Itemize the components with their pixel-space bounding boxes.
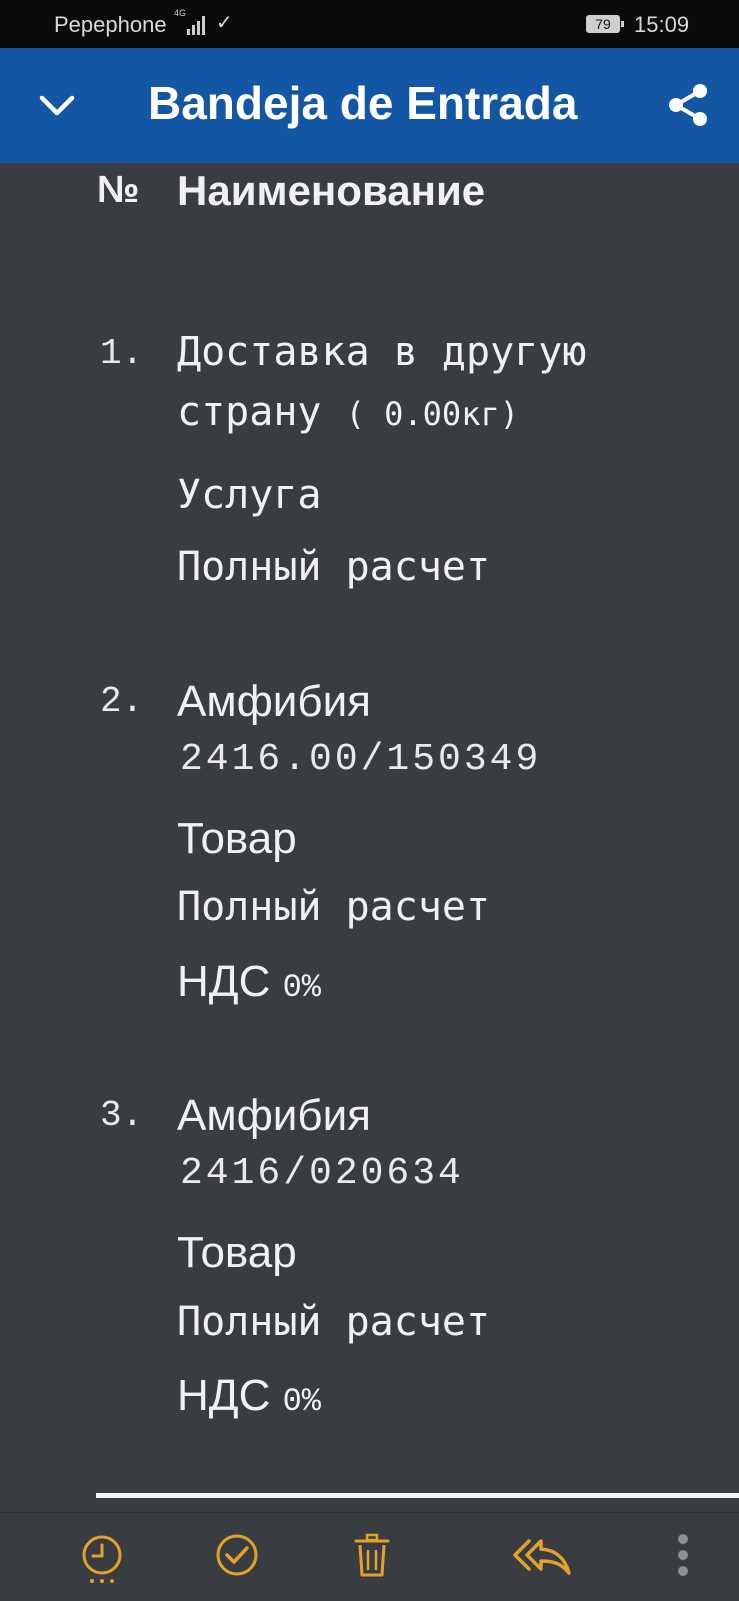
item-code: 2416/020634 [180, 1152, 464, 1195]
snooze-button[interactable] [70, 1513, 134, 1601]
item-vat: НДС 0% [177, 957, 321, 1007]
done-button[interactable] [205, 1513, 269, 1601]
vat-value: 0% [282, 969, 321, 1006]
column-header-name: Наименование [177, 167, 486, 214]
email-body[interactable]: № Наименование 1. Доставка в другую стра… [0, 163, 739, 1508]
item-weight: ( 0.00кг) [345, 395, 519, 433]
delete-button[interactable] [340, 1513, 404, 1601]
item-number: 1. [100, 333, 144, 374]
divider [96, 1493, 739, 1498]
item-payment: Полный расчет [177, 1299, 491, 1345]
item-code: 2416.00/150349 [180, 738, 542, 781]
item-number: 3. [100, 1095, 144, 1136]
vat-label: НДС [177, 957, 271, 1006]
carrier-name: Pepephone [54, 12, 167, 37]
vat-value: 0% [282, 1383, 321, 1420]
more-button[interactable] [660, 1513, 724, 1601]
page-title: Bandeja de Entrada [148, 77, 578, 129]
sync-check-icon: ✓ [216, 12, 233, 34]
status-bar: Pepephone 4G ✓ 79 15:09 [0, 0, 739, 48]
item-number: 2. [100, 681, 144, 722]
item-name: Доставка в другую [177, 329, 587, 375]
column-header-number: № [97, 169, 140, 211]
chevron-down-icon[interactable] [36, 84, 78, 126]
reply-all-icon [513, 1539, 571, 1575]
item-type: Товар [177, 1228, 297, 1277]
snooze-icon [82, 1535, 122, 1583]
reply-all-button[interactable] [505, 1513, 571, 1601]
delete-icon [354, 1533, 390, 1577]
signal-icon [187, 16, 205, 35]
item-type: Товар [177, 814, 297, 863]
item-name-line2: страну ( 0.00кг) [177, 389, 519, 435]
clock: 15:09 [634, 12, 690, 37]
item-payment: Полный расчет [177, 884, 491, 930]
share-icon[interactable] [666, 82, 710, 128]
more-vertical-icon [678, 1534, 688, 1576]
item-type: Услуга [177, 472, 322, 518]
item-name-continued: страну [177, 389, 322, 435]
bottom-toolbar [0, 1512, 739, 1601]
item-name: Амфибия [177, 677, 371, 726]
item-vat: НДС 0% [177, 1371, 321, 1421]
app-bar: Bandeja de Entrada [0, 48, 739, 163]
network-type: 4G [174, 8, 187, 18]
battery-icon: 79 [586, 15, 624, 33]
item-name: Амфибия [177, 1091, 371, 1140]
done-icon [216, 1534, 258, 1576]
vat-label: НДС [177, 1371, 271, 1420]
item-payment: Полный расчет [177, 544, 491, 590]
